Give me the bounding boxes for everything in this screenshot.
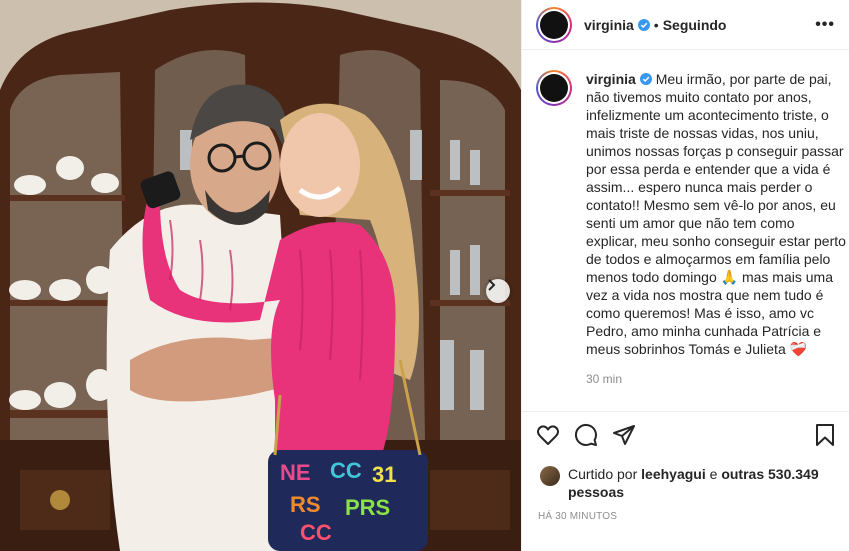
avatar-image: [540, 10, 568, 39]
paper-plane-icon: [613, 424, 635, 445]
header-username-text[interactable]: virginia: [584, 17, 634, 33]
likes-conj: e: [705, 466, 722, 482]
caption-body: Meu irmão, por parte de pai, não tivemos…: [586, 71, 846, 357]
svg-text:RS: RS: [290, 492, 321, 517]
likes-summary: Curtido por leehyagui e outras 530.349 p…: [522, 465, 849, 501]
carousel-next-button[interactable]: [486, 279, 510, 303]
verified-badge-icon: [639, 73, 652, 85]
follow-status-button[interactable]: Seguindo: [663, 17, 727, 33]
more-options-icon[interactable]: •••: [815, 16, 835, 34]
heart-icon: [537, 424, 559, 445]
caption-area: virginia Meu irmão, por parte de pai, nã…: [522, 50, 849, 411]
action-bar: [522, 411, 849, 457]
avatar[interactable]: [536, 6, 572, 43]
verified-badge-icon: [637, 18, 650, 31]
liker-avatar[interactable]: [540, 466, 560, 486]
likes-prefix: Curtido por: [568, 466, 642, 482]
caption-timestamp[interactable]: 30 min: [586, 372, 846, 386]
header-username[interactable]: virginia: [584, 17, 650, 33]
post-photo[interactable]: NE CC 31 RS PRS CC: [0, 0, 521, 551]
caption-avatar[interactable]: [536, 70, 572, 106]
header-separator: •: [653, 16, 659, 33]
chevron-right-icon: [488, 279, 496, 291]
svg-text:CC: CC: [300, 520, 332, 545]
comment-icon: [574, 423, 597, 446]
svg-text:31: 31: [372, 462, 396, 487]
svg-text:CC: CC: [330, 458, 362, 483]
post-header: virginia • Seguindo •••: [522, 0, 849, 50]
post-date[interactable]: HÁ 30 MINUTOS: [522, 511, 849, 522]
save-button[interactable]: [813, 423, 837, 447]
svg-text:NE: NE: [280, 460, 311, 485]
caption-avatar-image: [540, 74, 568, 102]
caption-text: virginia Meu irmão, por parte de pai, nã…: [586, 70, 846, 358]
like-button[interactable]: [536, 423, 560, 447]
svg-text:PRS: PRS: [345, 495, 390, 520]
liker-username[interactable]: leehyagui: [641, 466, 706, 482]
share-button[interactable]: [612, 423, 636, 447]
comment-button[interactable]: [574, 423, 598, 447]
likes-text: Curtido por leehyagui e outras 530.349 p…: [568, 465, 833, 501]
bookmark-icon: [816, 423, 834, 446]
caption-username[interactable]: virginia: [586, 71, 636, 87]
post-sidebar: virginia • Seguindo ••• virginia Meu irm…: [521, 0, 849, 551]
photo-illustration: NE CC 31 RS PRS CC: [0, 0, 521, 551]
